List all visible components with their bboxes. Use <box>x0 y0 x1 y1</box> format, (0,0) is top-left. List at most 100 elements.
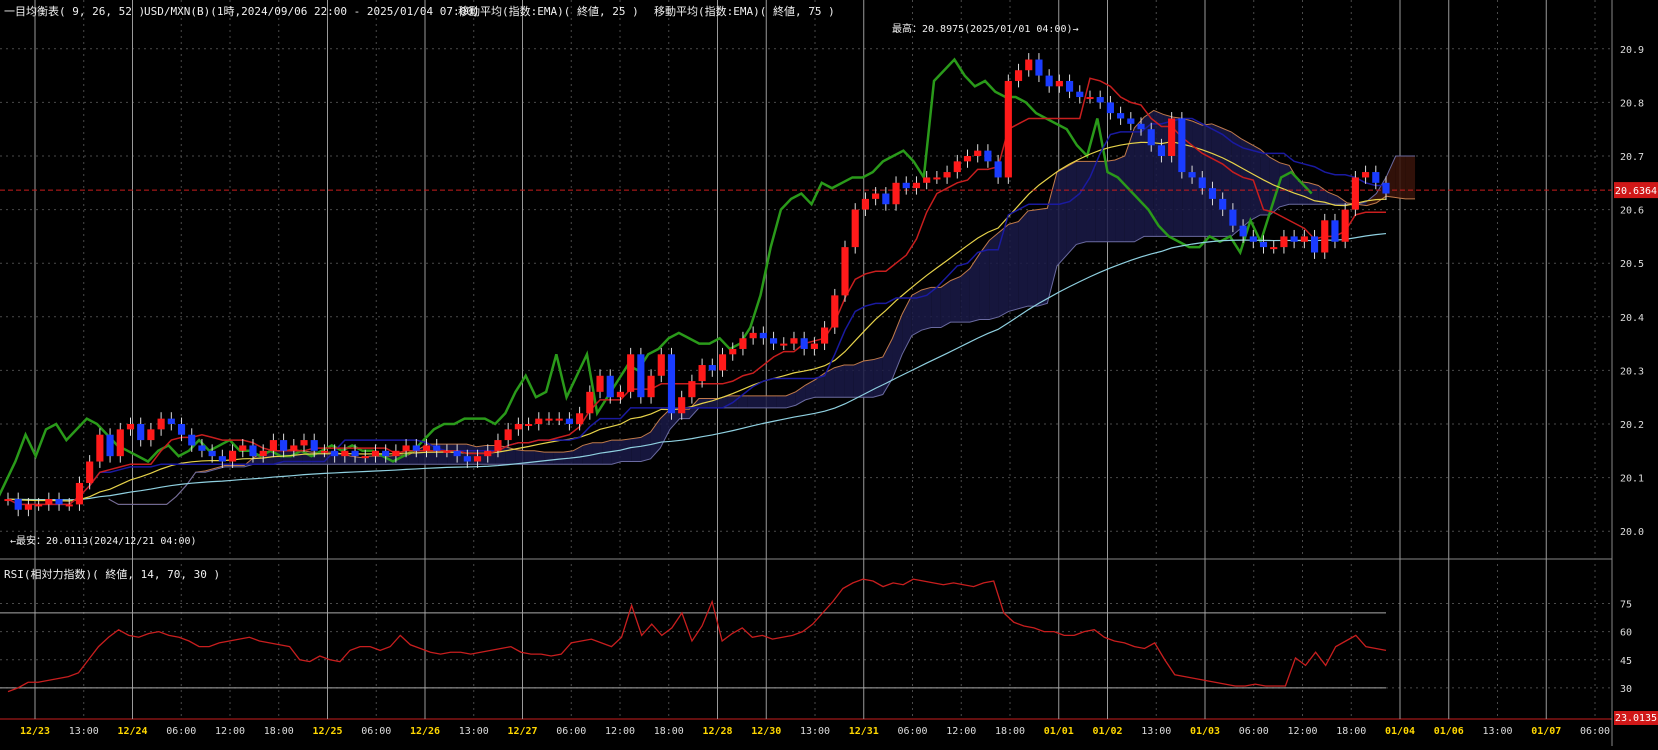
candle-body <box>688 381 696 398</box>
price-tick-label: 20.5 <box>1620 259 1644 270</box>
symbol-header: USD/MXN(B)(1時,2024/09/06 22:00 - 2025/01… <box>144 5 480 18</box>
candle-body <box>1106 102 1114 114</box>
candle-body <box>606 375 614 398</box>
chart-svg[interactable]: 20.9 20.8 20.7 20.6 20.5 20.4 20.3 20.2 20.1 20.0… <box>0 0 1658 746</box>
rsi-tick-label: 75 <box>1620 600 1632 611</box>
candle-body <box>1147 129 1155 146</box>
candle-body <box>769 338 778 344</box>
candle-body <box>280 440 288 451</box>
candle-body <box>14 499 22 510</box>
candle-body <box>994 161 1002 178</box>
candle-body <box>974 150 982 156</box>
candle-body <box>1014 70 1023 81</box>
x-tick-label: 06:00 <box>1239 726 1269 737</box>
candle-body <box>259 450 267 457</box>
x-tick-label: 06:00 <box>1580 726 1610 737</box>
candle-body <box>310 440 318 451</box>
x-tick-label: 18:00 <box>1336 726 1366 737</box>
candle-body <box>729 348 737 355</box>
price-tick-label: 20.1 <box>1620 474 1644 485</box>
candle-body <box>1331 220 1339 242</box>
candle-body <box>484 450 492 457</box>
candle-body <box>902 182 910 189</box>
kumo-segment <box>1211 123 1222 237</box>
kumo-segment <box>515 449 525 465</box>
x-tick-label: 12/30 <box>751 726 781 737</box>
x-tick-label: 12/31 <box>849 726 879 737</box>
candle-body <box>290 445 298 451</box>
rsi-tick-label: 60 <box>1620 628 1632 639</box>
candle-body <box>1351 177 1359 210</box>
candle-body <box>851 209 859 248</box>
candle-body <box>228 450 237 462</box>
kumo-segment <box>1153 110 1164 237</box>
kumo-segment <box>1008 221 1019 312</box>
candle-body <box>525 424 533 426</box>
candle-body <box>106 434 114 457</box>
candle-body <box>872 193 880 199</box>
x-tick-label: 06:00 <box>556 726 586 737</box>
rsi-badge-text: 23.0135 <box>1615 713 1657 724</box>
candle-body <box>514 424 522 430</box>
price-tick-label: 20.0 <box>1620 527 1644 538</box>
candle-body <box>1168 118 1176 156</box>
ichimoku-header: 一目均衡表( 9, 26, 52 ) <box>4 5 146 18</box>
candle-body <box>453 450 461 457</box>
ema25-header: 移動平均(指数:EMA)( 終値, 25 ) <box>458 5 639 18</box>
candle-body <box>412 445 420 451</box>
candle-body <box>249 445 257 457</box>
candle-body <box>1280 236 1288 248</box>
candle-body <box>1035 59 1043 76</box>
candle-body <box>882 193 890 205</box>
price-badge-text: 20.6364 <box>1615 186 1657 197</box>
candle-body <box>1310 236 1319 253</box>
candle-body <box>1219 198 1227 210</box>
x-tick-label: 13:00 <box>1141 726 1171 737</box>
candle-body <box>586 391 594 414</box>
kumo-segment <box>1027 209 1038 307</box>
candle-body <box>1127 118 1135 124</box>
candle-body <box>1137 123 1145 130</box>
kumo-segment <box>582 442 593 465</box>
candle-body <box>1178 118 1186 173</box>
candle-body <box>1382 182 1390 194</box>
candle-body <box>800 338 808 349</box>
candle-body <box>933 177 941 180</box>
price-tick-label: 20.6 <box>1620 206 1644 217</box>
candle-body <box>331 450 339 457</box>
candle-body <box>759 332 767 339</box>
candle-body <box>1249 236 1257 242</box>
candle-body <box>1198 177 1206 189</box>
candle-body <box>177 424 186 435</box>
candle-body <box>351 450 359 457</box>
kumo-segment <box>998 224 1009 317</box>
kumo-segment <box>776 395 787 408</box>
x-tick-label: 13:00 <box>1482 726 1512 737</box>
candle-body <box>300 440 308 446</box>
candle-body <box>239 445 247 451</box>
x-tick-label: 13:00 <box>800 726 830 737</box>
candle-body <box>821 327 829 344</box>
candle-body <box>1321 220 1329 253</box>
kumo-segment <box>1395 156 1406 199</box>
kumo-segment <box>766 395 777 408</box>
kumo-segment <box>1279 162 1290 207</box>
candle-body <box>433 445 441 451</box>
candle-body <box>545 418 553 421</box>
candle-body <box>637 354 645 398</box>
candle-body <box>463 456 471 462</box>
candle-body <box>943 172 951 178</box>
candle-body <box>137 424 145 441</box>
kumo-segment <box>757 395 767 408</box>
candle-body <box>1096 97 1104 103</box>
kumo-segment <box>1095 161 1106 242</box>
candle-body <box>923 177 931 183</box>
candle-body <box>473 456 482 462</box>
x-tick-label: 13:00 <box>69 726 99 737</box>
candle-body <box>1229 209 1237 226</box>
candle-body <box>75 482 84 505</box>
candle-body <box>422 445 431 451</box>
candle-body <box>1372 172 1380 183</box>
kumo-segment <box>1115 156 1125 242</box>
candle-body <box>810 343 818 349</box>
